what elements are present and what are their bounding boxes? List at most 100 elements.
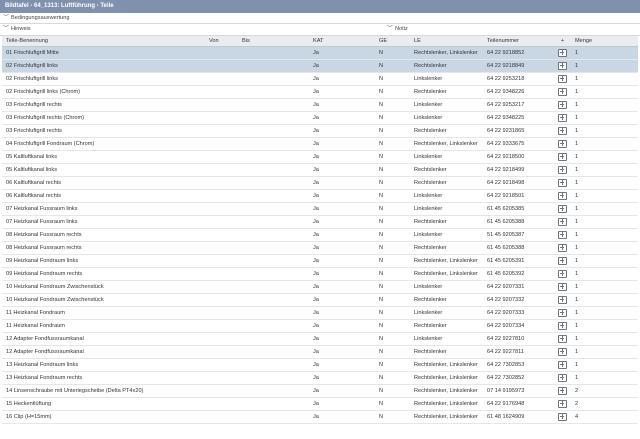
cell-von [205,332,238,346]
table-row[interactable]: 06 Kaltluftkanal rechts Ja N Linkslenker 64 … [2,189,638,203]
cell-ge: N [375,176,410,190]
table-row[interactable]: 14 Linsenschraube mit Unterlegscheibe (D… [2,384,638,398]
cell-kat: Ja [309,111,375,125]
add-to-cart-icon[interactable] [558,127,567,135]
cell-ge: N [375,332,410,346]
cell-add [554,358,571,372]
table-row[interactable]: 09 Heizkanal Fondraum rechts Ja N Rechtslen… [2,267,638,281]
add-to-cart-icon[interactable] [558,49,567,57]
add-to-cart-icon[interactable] [558,166,567,174]
table-row[interactable]: 12 Adapter Fondfussraumkanal Ja N Rechtslen… [2,345,638,359]
add-to-cart-icon[interactable] [558,244,567,252]
column-header-ge[interactable]: GE [375,36,410,47]
table-row[interactable]: 15 Heckentlüftung Ja N Rechtslenker, Linksl… [2,397,638,411]
column-header-add[interactable]: + [554,36,571,47]
table-row[interactable]: 05 Kaltluftkanal links Ja N Rechtslenker 64 … [2,163,638,177]
add-to-cart-icon[interactable] [558,374,567,382]
add-to-cart-icon[interactable] [558,192,567,200]
cell-menge: 1 [571,254,638,268]
add-to-cart-icon[interactable] [558,309,567,317]
table-row[interactable]: 03 Frischluftgrill rechts Ja N Rechtslenker… [2,124,638,138]
table-row[interactable]: 07 Heizkanal Fussraum links Ja N Linkslenke… [2,202,638,216]
add-to-cart-icon[interactable] [558,153,567,161]
cell-von [205,215,238,229]
table-row[interactable]: 10 Heizkanal Fondraum Zwischenstück Ja N Re… [2,293,638,307]
table-row[interactable]: 16 Clip (H=15mm) Ja N Rechtslenker, Linksle… [2,410,638,424]
table-row[interactable]: 03 Frischluftgrill rechts (Chrom) Ja N Link… [2,111,638,125]
cell-kat: Ja [309,215,375,229]
cell-add [554,228,571,242]
notiz-section-header[interactable]: ﹀ Notiz [387,24,408,35]
table-row[interactable]: 11 Heizkanal Fondraum Ja N Rechtslenker 64 2… [2,319,638,333]
cell-le: Linkslenker [410,189,483,203]
column-header-benennung[interactable]: Teile-Benennung [2,36,205,47]
table-row[interactable]: 12 Adapter Fondfussraumkanal Ja N Linkslenk… [2,332,638,346]
window-title: Bildtafel - 64_1313: Luftführung - Teile [0,0,640,13]
cell-teilenummer: 51 45 9205387 [483,228,554,242]
cell-menge: 1 [571,332,638,346]
add-to-cart-icon[interactable] [558,140,567,148]
add-to-cart-icon[interactable] [558,88,567,96]
add-to-cart-icon[interactable] [558,257,567,265]
add-to-cart-icon[interactable] [558,296,567,304]
cell-menge: 1 [571,137,638,151]
table-row[interactable]: 07 Heizkanal Fussraum links Ja N Rechtslenk… [2,215,638,229]
cell-bis [238,371,309,385]
add-to-cart-icon[interactable] [558,283,567,291]
cell-benennung: 09 Heizkanal Fondraum links [2,254,205,268]
table-row[interactable]: 08 Heizkanal Fussraum rechts Ja N Rechtslen… [2,241,638,255]
table-row[interactable]: 04 Frischluftgrill Fondraum (Chrom) Ja N Re… [2,137,638,151]
column-header-kat[interactable]: KAT [309,36,375,47]
add-to-cart-icon[interactable] [558,101,567,109]
cell-teilenummer: 64 22 9333675 [483,137,554,151]
add-to-cart-icon[interactable] [558,413,567,421]
add-to-cart-icon[interactable] [558,75,567,83]
cell-le: Linkslenker [410,228,483,242]
add-to-cart-icon[interactable] [558,361,567,369]
bedingung-section-header[interactable]: ﹀ Bedingungsauswertung [0,13,640,24]
table-row[interactable]: 02 Frischluftgrill links (Chrom) Ja N Recht… [2,85,638,99]
cell-benennung: 03 Frischluftgrill rechts [2,98,205,112]
add-to-cart-icon[interactable] [558,62,567,70]
column-header-menge[interactable]: Menge [571,36,638,47]
cell-add [554,163,571,177]
column-header-von[interactable]: Von [205,36,238,47]
cell-menge: 1 [571,59,638,73]
table-row[interactable]: 01 Frischluftgrill Mitte Ja N Rechtslenker,… [2,46,638,60]
table-row[interactable]: 06 Kaltluftkanal rechts Ja N Rechtslenker 64… [2,176,638,190]
table-row[interactable]: 02 Frischluftgrill links Ja N Linkslenker 64… [2,72,638,86]
table-row[interactable]: 11 Heizkanal Fondraum Ja N Linkslenker 64 22… [2,306,638,320]
add-to-cart-icon[interactable] [558,270,567,278]
cell-ge: N [375,254,410,268]
cell-benennung: 10 Heizkanal Fondraum Zwischenstück [2,293,205,307]
hinweis-notiz-row: ﹀ Hinweis ﹀ Notiz [0,24,640,36]
table-row[interactable]: 09 Heizkanal Fondraum links Ja N Rechtslenk… [2,254,638,268]
cell-benennung: 07 Heizkanal Fussraum links [2,215,205,229]
table-row[interactable]: 03 Frischluftgrill rechts Ja N Linkslenker 6… [2,98,638,112]
add-to-cart-icon[interactable] [558,179,567,187]
table-row[interactable]: 05 Kaltluftkanal links Ja N Linkslenker 64 2… [2,150,638,164]
add-to-cart-icon[interactable] [558,400,567,408]
add-to-cart-icon[interactable] [558,348,567,356]
cell-ge: N [375,241,410,255]
hinweis-section-header[interactable]: ﹀ Hinweis [3,24,31,35]
column-header-bis[interactable]: Bis [238,36,309,47]
column-header-le[interactable]: LE [410,36,483,47]
add-to-cart-icon[interactable] [558,218,567,226]
table-row[interactable]: 02 Frischluftgrill links Ja N Rechtslenker 6… [2,59,638,73]
add-to-cart-icon[interactable] [558,335,567,343]
cell-bis [238,319,309,333]
add-to-cart-icon[interactable] [558,387,567,395]
add-to-cart-icon[interactable] [558,231,567,239]
add-to-cart-icon[interactable] [558,322,567,330]
table-row[interactable]: 13 Heizkanal Fondraum links Ja N Rechtslenk… [2,358,638,372]
table-row[interactable]: 10 Heizkanal Fondraum Zwischenstück Ja N Li… [2,280,638,294]
cell-benennung: 11 Heizkanal Fondraum [2,306,205,320]
add-to-cart-icon[interactable] [558,205,567,213]
table-row[interactable]: 08 Heizkanal Fussraum rechts Ja N Linkslenk… [2,228,638,242]
table-row[interactable]: 13 Heizkanal Fondraum rechts Ja N Rechtslen… [2,371,638,385]
add-to-cart-icon[interactable] [558,114,567,122]
cell-ge: N [375,137,410,151]
column-header-teilenummer[interactable]: Teilenummer [483,36,554,47]
cell-kat: Ja [309,202,375,216]
